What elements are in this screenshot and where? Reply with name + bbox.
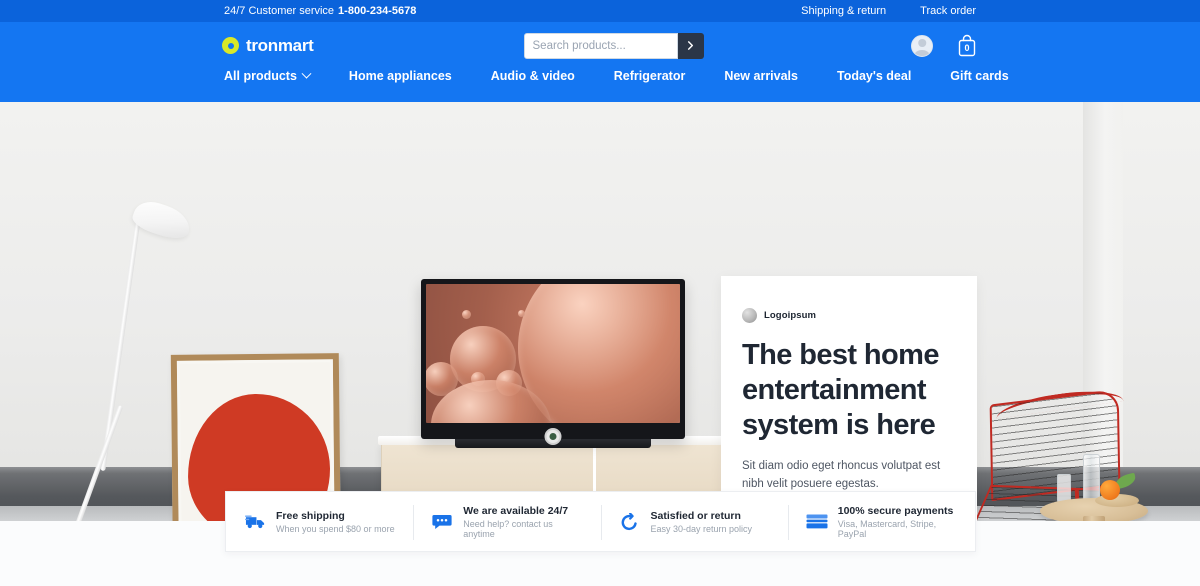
hero-promo-card: Logoipsum The best home entertainment sy… bbox=[721, 276, 977, 521]
ring-icon bbox=[222, 37, 239, 54]
page-root: 24/7 Customer service 1-800-234-5678 Shi… bbox=[0, 0, 1200, 586]
chevron-right-icon bbox=[687, 41, 694, 50]
site-logo[interactable]: tronmart bbox=[222, 36, 314, 56]
chat-bubble-icon bbox=[431, 514, 453, 530]
hero-title: The best home entertainment system is he… bbox=[742, 339, 939, 441]
feature-description: Easy 30-day return policy bbox=[650, 523, 753, 534]
feature-free-shipping: Free shipping When you spend $80 or more bbox=[226, 492, 413, 551]
chevron-down-icon bbox=[301, 68, 312, 79]
television-screen bbox=[426, 284, 680, 423]
nav-item-new-arrivals[interactable]: New arrivals bbox=[724, 69, 798, 83]
sphere-logo-icon bbox=[742, 308, 757, 323]
return-arrow-icon bbox=[619, 512, 641, 531]
search-bar bbox=[523, 32, 704, 59]
credit-card-icon bbox=[806, 514, 828, 529]
orange-fruit bbox=[1100, 480, 1120, 500]
cart-count-badge: 0 bbox=[964, 42, 970, 53]
main-navigation: All products Home appliances Audio & vid… bbox=[0, 68, 1200, 102]
delivery-truck-icon bbox=[244, 514, 266, 529]
hero-brand-name: Logoipsum bbox=[764, 310, 817, 321]
cart-button[interactable]: 0 bbox=[956, 34, 978, 58]
nav-item-audio-video[interactable]: Audio & video bbox=[491, 69, 575, 83]
feature-secure-payments: 100% secure payments Visa, Mastercard, S… bbox=[787, 492, 975, 551]
feature-available-24-7: We are available 24/7 Need help? contact… bbox=[413, 492, 600, 551]
side-table-stem bbox=[1083, 516, 1105, 521]
feature-satisfied-or-return: Satisfied or return Easy 30-day return p… bbox=[600, 492, 788, 551]
feature-description: Need help? contact us anytime bbox=[463, 518, 553, 539]
television-sensor-icon bbox=[544, 428, 562, 445]
nav-item-home-appliances[interactable]: Home appliances bbox=[349, 69, 452, 83]
hero-section: Logoipsum The best home entertainment sy… bbox=[0, 102, 1200, 521]
user-avatar-icon[interactable] bbox=[911, 34, 933, 57]
nav-label: All products bbox=[224, 69, 297, 83]
nav-item-refrigerator[interactable]: Refrigerator bbox=[614, 69, 686, 83]
feature-title: We are available 24/7 bbox=[463, 504, 569, 517]
nav-item-gift-cards[interactable]: Gift cards bbox=[950, 69, 1008, 83]
nav-item-todays-deal[interactable]: Today's deal bbox=[837, 69, 911, 83]
customer-service-phone[interactable]: 1-800-234-5678 bbox=[338, 5, 416, 17]
feature-title: Free shipping bbox=[276, 509, 345, 522]
feature-title: 100% secure payments bbox=[837, 504, 954, 517]
logo-text: tronmart bbox=[246, 35, 314, 55]
television bbox=[421, 279, 685, 448]
feature-description: Visa, Mastercard, Stripe, PayPal bbox=[837, 518, 937, 539]
search-input[interactable] bbox=[523, 32, 678, 59]
shipping-return-link[interactable]: Shipping & return bbox=[801, 5, 886, 17]
nav-item-all-products[interactable]: All products bbox=[224, 68, 312, 83]
hero-brand: Logoipsum bbox=[742, 308, 956, 323]
customer-service-label: 24/7 Customer service bbox=[224, 5, 335, 17]
announcement-bar: 24/7 Customer service 1-800-234-5678 Shi… bbox=[0, 0, 1200, 22]
customer-service-info: 24/7 Customer service 1-800-234-5678 bbox=[224, 5, 416, 17]
feature-bar: Free shipping When you spend $80 or more… bbox=[225, 491, 976, 552]
track-order-link[interactable]: Track order bbox=[920, 5, 976, 17]
site-header: tronmart 0 bbox=[0, 22, 1200, 69]
feature-description: When you spend $80 or more bbox=[276, 523, 395, 534]
hero-subtitle: Sit diam odio eget rhoncus volutpat est … bbox=[742, 460, 941, 490]
feature-title: Satisfied or return bbox=[650, 509, 741, 522]
search-submit-button[interactable] bbox=[677, 32, 704, 59]
